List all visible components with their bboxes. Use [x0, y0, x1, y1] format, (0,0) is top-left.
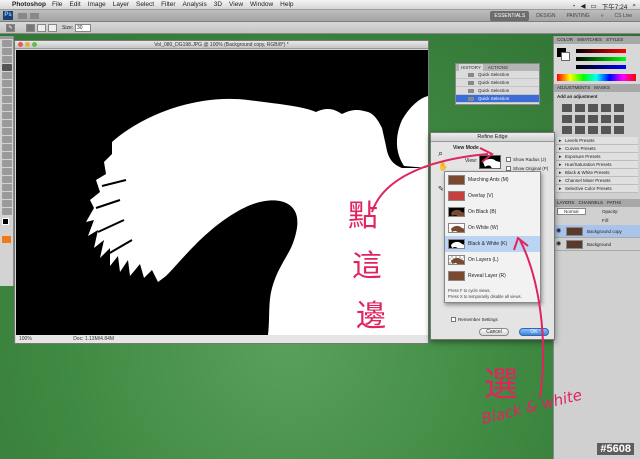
- arrow-to-black-white: [519, 239, 545, 399]
- annotation-cjk-2: 這: [352, 249, 382, 284]
- annotation-cjk-choose: 選: [484, 365, 518, 405]
- watermark: #5608: [597, 443, 634, 455]
- annotation-arrows: [371, 147, 545, 399]
- annotation-cjk-3: 邊: [356, 299, 386, 334]
- annotation-cjk-1: 點: [348, 199, 378, 234]
- arrow-to-view-selector: [371, 153, 489, 213]
